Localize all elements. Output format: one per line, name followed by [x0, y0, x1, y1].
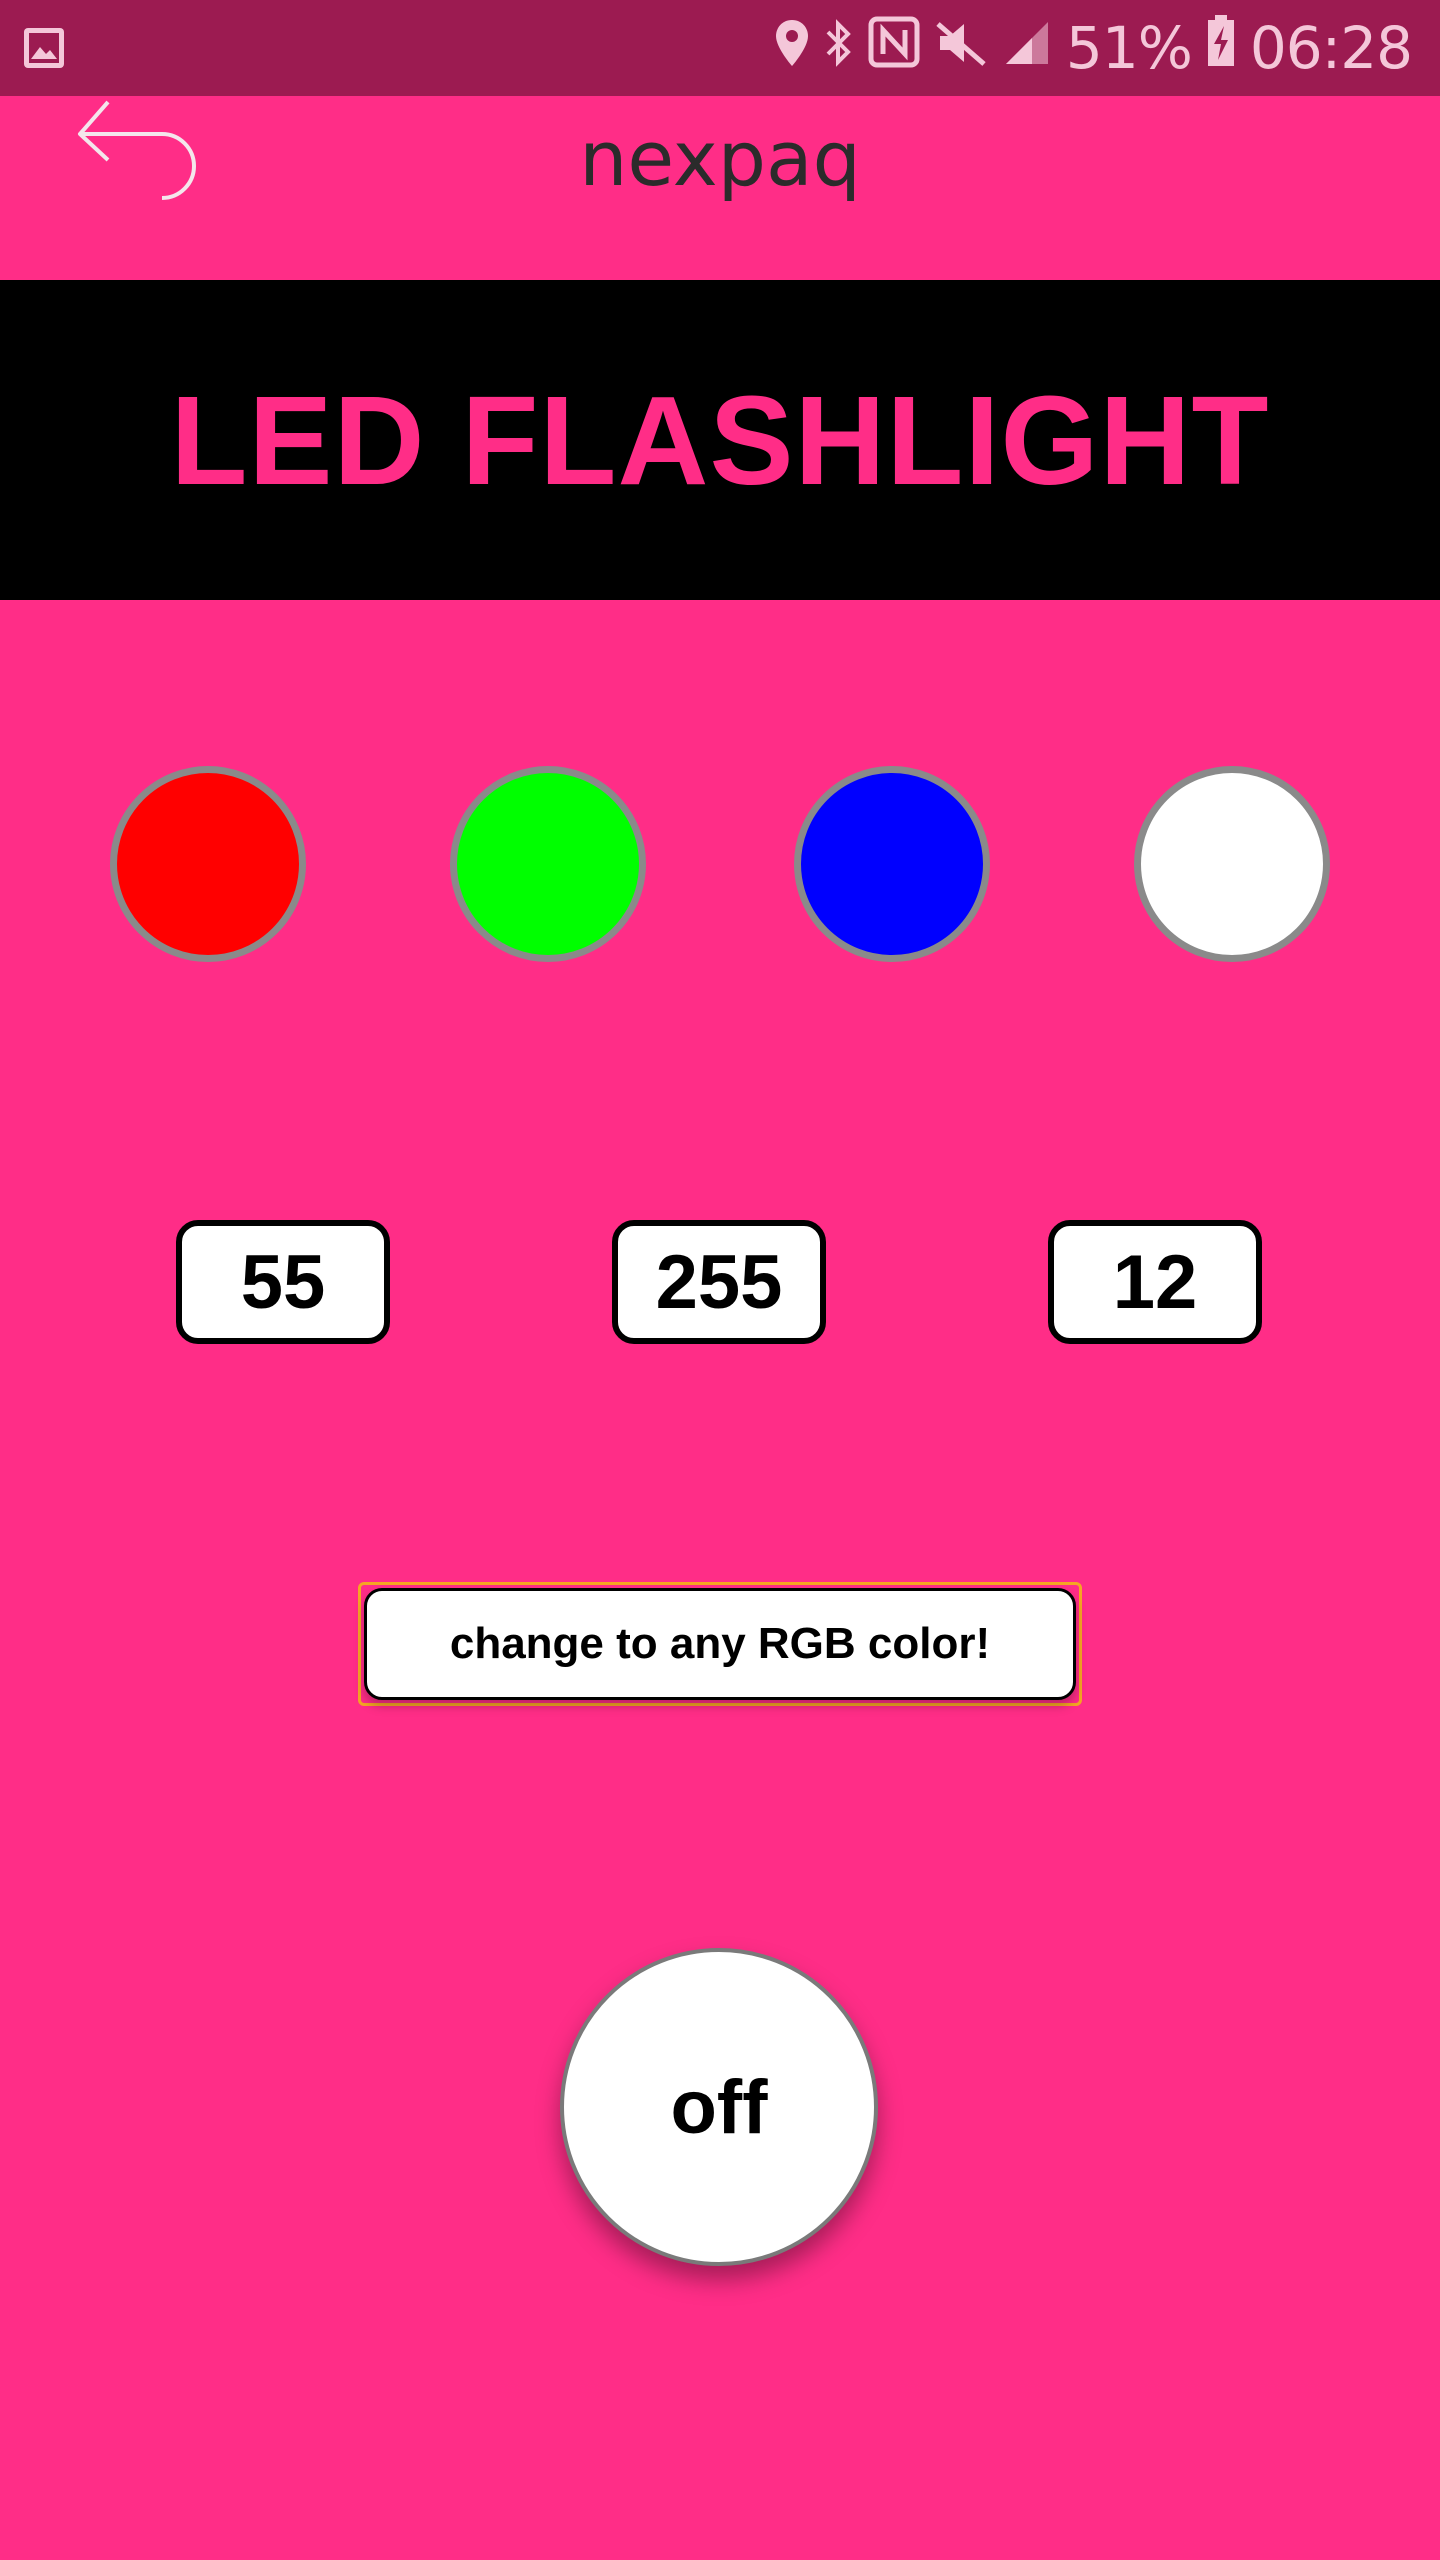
mute-icon [934, 14, 988, 82]
change-rgb-button[interactable]: change to any RGB color! [358, 1582, 1082, 1706]
battery-charging-icon [1206, 14, 1236, 82]
app-title: nexpaq [579, 114, 861, 203]
red-value-field[interactable]: 55 [176, 1220, 390, 1344]
green-color-button[interactable] [450, 766, 646, 962]
blue-value-field[interactable]: 12 [1048, 1220, 1262, 1344]
red-color-button[interactable] [110, 766, 306, 962]
green-value-field[interactable]: 255 [612, 1220, 826, 1344]
battery-percent: 51% [1065, 14, 1193, 82]
status-bar: 51% 06:28 [0, 0, 1440, 96]
clock: 06:28 [1249, 14, 1413, 82]
location-icon [774, 14, 810, 82]
banner: LED FLASHLIGHT [0, 280, 1440, 600]
bluetooth-icon [824, 14, 854, 82]
blue-color-button[interactable] [794, 766, 990, 962]
page-title: LED FLASHLIGHT [170, 369, 1270, 511]
nfc-icon [868, 14, 920, 82]
app-bar: nexpaq [0, 96, 1440, 280]
gallery-icon [22, 26, 66, 70]
power-toggle-button[interactable]: off [560, 1948, 878, 2266]
change-rgb-label: change to any RGB color! [364, 1588, 1076, 1700]
white-color-button[interactable] [1134, 766, 1330, 962]
signal-icon [1002, 14, 1052, 82]
